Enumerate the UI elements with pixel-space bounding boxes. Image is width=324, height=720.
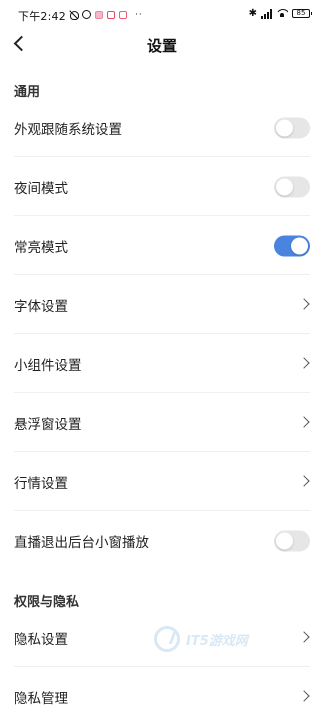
live-pip-toggle[interactable]	[274, 530, 310, 551]
app-notification-icon	[107, 10, 115, 19]
night-mode-toggle[interactable]	[274, 176, 310, 197]
app-header: 设置	[0, 28, 324, 62]
setting-row-live-pip[interactable]: 直播退出后台小窗播放	[0, 511, 324, 570]
battery-icon: 85	[292, 9, 312, 18]
chevron-right-icon[interactable]	[298, 415, 310, 428]
setting-label: 字体设置	[14, 298, 68, 315]
setting-row-floating-window[interactable]: 悬浮窗设置	[0, 393, 324, 452]
toggle-knob	[276, 119, 293, 136]
bluetooth-icon: ✱	[248, 8, 257, 19]
toggle-knob	[276, 178, 293, 195]
toggle-knob	[276, 532, 293, 549]
watermark-text: IT5游戏网	[186, 633, 248, 649]
toggle-knob	[291, 237, 308, 254]
status-notification-icons: ··	[69, 9, 143, 20]
setting-label: 外观跟随系统设置	[14, 121, 122, 138]
setting-label: 夜间模式	[14, 180, 68, 197]
chevron-right-icon[interactable]	[298, 356, 310, 369]
watermark: IT5游戏网	[154, 626, 248, 652]
status-bar: 下午2:42 ·· ✱ 85	[0, 0, 324, 28]
watermark-logo-icon	[154, 626, 180, 652]
chevron-right-icon[interactable]	[298, 297, 310, 310]
setting-label: 隐私设置	[14, 631, 68, 648]
wifi-icon	[276, 9, 288, 18]
chevron-right-icon[interactable]	[298, 474, 310, 487]
setting-row-keep-screen-on[interactable]: 常亮模式	[0, 216, 324, 275]
mute-icon	[69, 10, 79, 20]
setting-row-follow-system[interactable]: 外观跟随系统设置	[0, 98, 324, 157]
signal-icon	[261, 8, 272, 19]
page-title: 设置	[146, 37, 177, 55]
app-notification-icon	[95, 10, 103, 19]
setting-label: 悬浮窗设置	[14, 416, 82, 433]
setting-label: 隐私管理	[14, 690, 68, 707]
chevron-right-icon[interactable]	[298, 689, 310, 702]
setting-row-market[interactable]: 行情设置	[0, 452, 324, 511]
status-time: 下午2:42	[18, 10, 66, 23]
more-notifications-icon: ··	[135, 9, 143, 20]
setting-label: 小组件设置	[14, 357, 82, 374]
setting-row-widget[interactable]: 小组件设置	[0, 334, 324, 393]
app-notification-icon	[119, 10, 127, 19]
setting-row-night-mode[interactable]: 夜间模式	[0, 157, 324, 216]
status-system-icons: ✱ 85	[248, 8, 312, 19]
setting-label: 直播退出后台小窗播放	[14, 534, 149, 551]
alarm-icon	[82, 10, 91, 19]
keep-screen-on-toggle[interactable]	[274, 235, 310, 256]
setting-label: 行情设置	[14, 475, 68, 492]
follow-system-toggle[interactable]	[274, 117, 310, 138]
setting-row-privacy-management[interactable]: 隐私管理	[0, 667, 324, 720]
setting-label: 常亮模式	[14, 239, 68, 256]
chevron-right-icon[interactable]	[298, 630, 310, 643]
setting-row-font[interactable]: 字体设置	[0, 275, 324, 334]
